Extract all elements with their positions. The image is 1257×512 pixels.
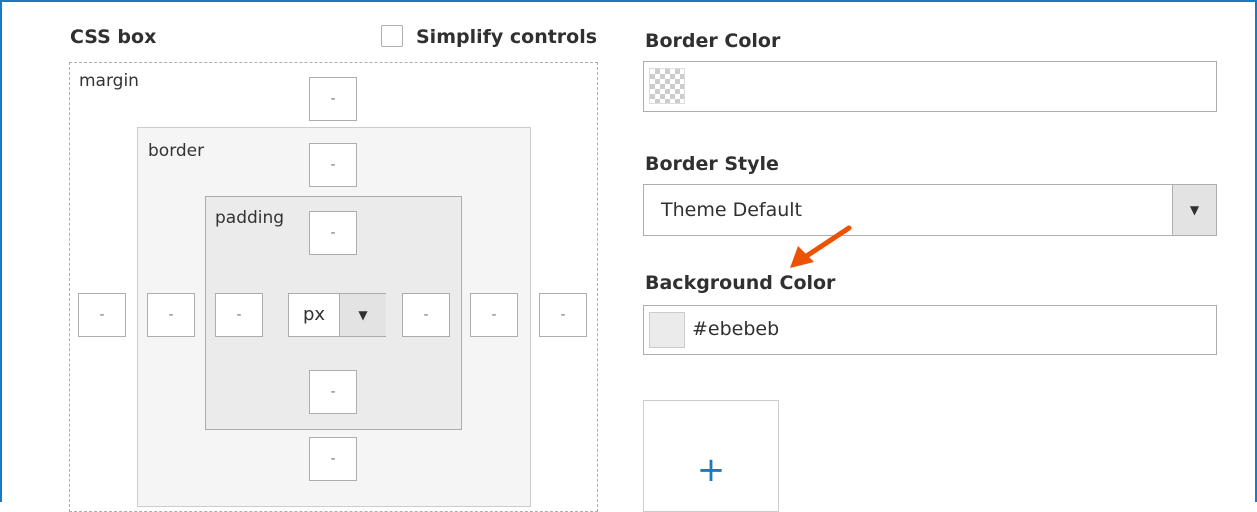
border-label: border [148,141,205,161]
border-color-label: Border Color [645,30,781,52]
border-color-field[interactable] [643,61,1217,112]
margin-left-input[interactable]: - [78,293,126,337]
unit-select[interactable]: px ▼ [288,293,386,337]
margin-right-input[interactable]: - [539,293,587,337]
unit-value: px [302,304,326,325]
margin-bottom-input[interactable]: - [309,437,357,481]
transparent-swatch-icon[interactable] [649,68,685,104]
background-color-value: #ebebeb [692,318,780,340]
padding-right-input[interactable]: - [402,293,450,337]
border-style-value: Theme Default [661,199,802,221]
color-swatch-icon[interactable] [649,312,685,348]
border-style-label: Border Style [645,153,779,175]
border-top-input[interactable]: - [309,143,357,187]
padding-left-input[interactable]: - [215,293,263,337]
chevron-down-icon[interactable]: ▼ [1172,185,1216,235]
border-right-input[interactable]: - [470,293,518,337]
padding-top-input[interactable]: - [309,211,357,255]
border-left-input[interactable]: - [147,293,195,337]
background-color-field[interactable]: #ebebeb [643,305,1217,355]
add-background-image-button[interactable]: + [643,400,779,512]
annotation-arrow-icon [790,225,852,268]
padding-bottom-input[interactable]: - [309,370,357,414]
simplify-controls-checkbox[interactable] [381,25,403,47]
margin-top-input[interactable]: - [309,77,357,121]
margin-label: margin [79,71,139,91]
unit-dropdown-arrow-icon[interactable]: ▼ [339,294,386,336]
plus-icon: + [696,450,726,490]
css-box-title: CSS box [70,26,157,48]
background-color-label: Background Color [645,272,836,294]
padding-label: padding [215,208,285,228]
border-style-select[interactable]: Theme Default ▼ [643,184,1217,236]
simplify-controls-label[interactable]: Simplify controls [416,26,597,48]
